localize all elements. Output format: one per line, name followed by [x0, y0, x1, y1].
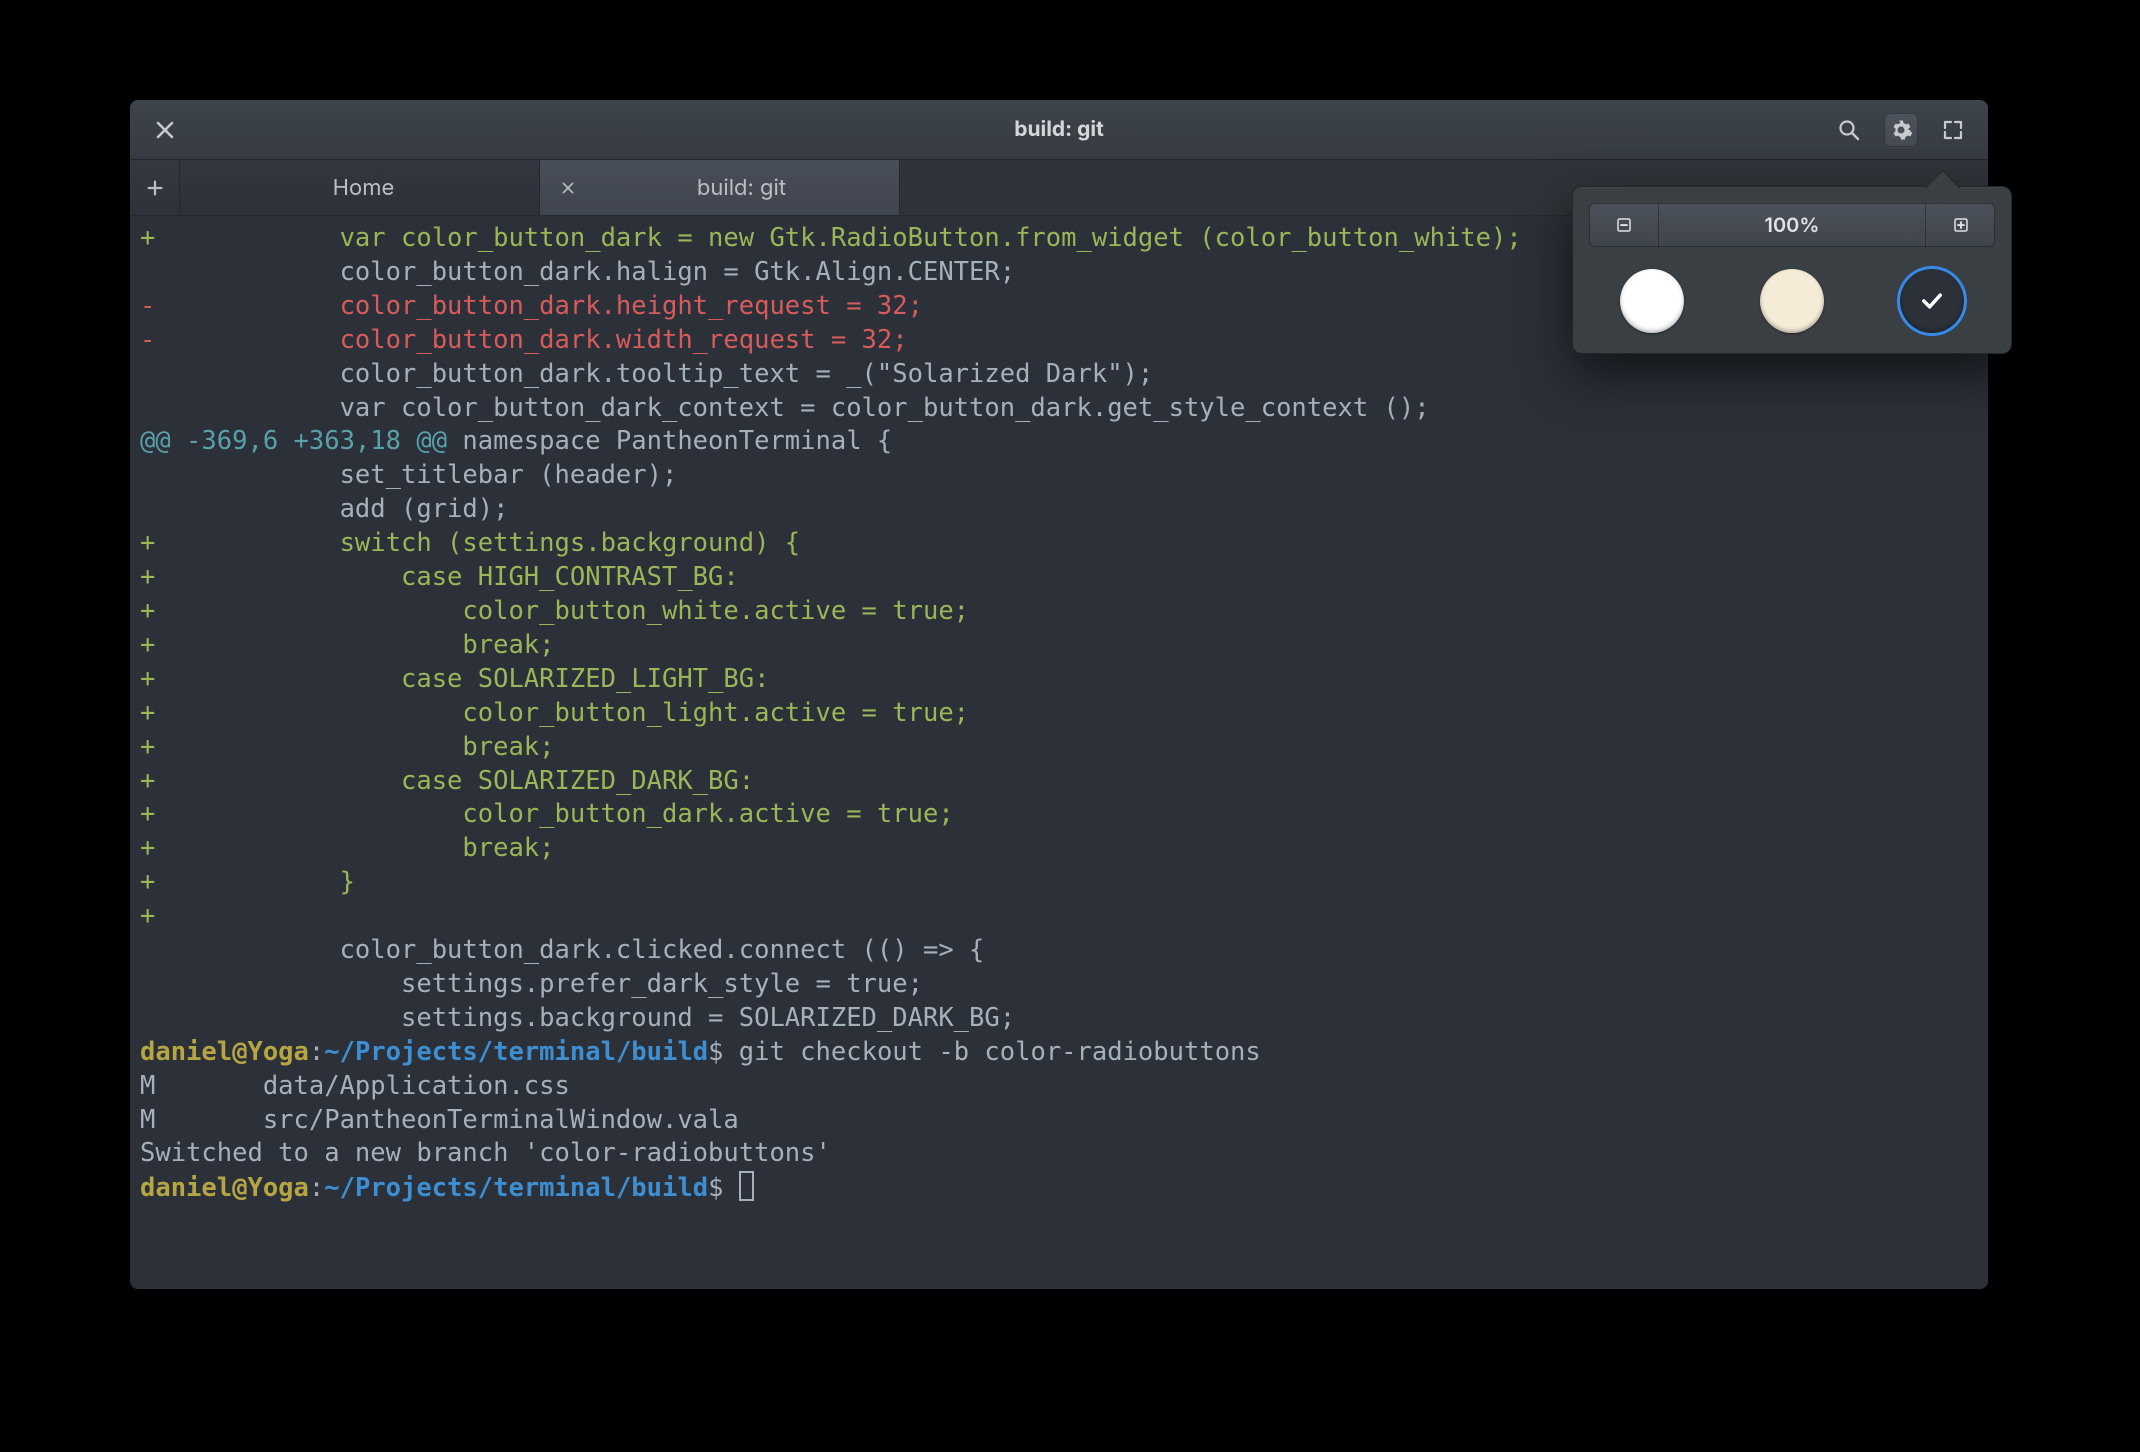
terminal-output[interactable]: + var color_button_dark = new Gtk.RadioB…	[130, 216, 1988, 1289]
zoom-out-button[interactable]	[1589, 203, 1659, 247]
diff-hunk-header: @@ -369,6 +363,18 @@ namespace PantheonT…	[140, 425, 1978, 459]
diff-line: + color_button_dark.active = true;	[140, 798, 1978, 832]
diff-line: + case HIGH_CONTRAST_BG:	[140, 561, 1978, 595]
tab-home[interactable]: Home	[180, 160, 540, 215]
check-icon	[1918, 287, 1946, 315]
theme-swatch-solarized-dark[interactable]	[1900, 269, 1964, 333]
output-line: M src/PantheonTerminalWindow.vala	[140, 1104, 1978, 1138]
output-line: Switched to a new branch 'color-radiobut…	[140, 1137, 1978, 1171]
search-button[interactable]	[1832, 113, 1866, 147]
zoom-in-button[interactable]	[1925, 203, 1995, 247]
close-icon	[560, 180, 576, 196]
diff-line: + break;	[140, 731, 1978, 765]
theme-selector	[1589, 269, 1995, 337]
settings-popover: 100%	[1572, 186, 2012, 354]
diff-line: + color_button_light.active = true;	[140, 697, 1978, 731]
tab-close-button[interactable]	[554, 174, 582, 202]
window-close-button[interactable]	[148, 113, 182, 147]
prompt-line: daniel@Yoga:~/Projects/terminal/build$	[140, 1171, 1978, 1206]
diff-line: set_titlebar (header);	[140, 459, 1978, 493]
headerbar: build: git	[130, 100, 1988, 160]
headerbar-left	[130, 113, 200, 147]
tab-build-git[interactable]: build: git	[540, 160, 900, 215]
maximize-button[interactable]	[1936, 113, 1970, 147]
tab-label: build: git	[590, 175, 893, 201]
diff-line: color_button_dark.tooltip_text = _("Sola…	[140, 358, 1978, 392]
diff-line: + }	[140, 866, 1978, 900]
zoom-out-icon	[1615, 216, 1633, 234]
diff-line: + case SOLARIZED_DARK_BG:	[140, 765, 1978, 799]
diff-line: settings.prefer_dark_style = true;	[140, 968, 1978, 1002]
diff-line: + switch (settings.background) {	[140, 527, 1978, 561]
theme-swatch-high-contrast[interactable]	[1620, 269, 1684, 333]
cursor	[739, 1171, 754, 1201]
output-line: M data/Application.css	[140, 1070, 1978, 1104]
diff-line: +	[140, 900, 1978, 934]
close-icon	[153, 118, 177, 142]
diff-line: + break;	[140, 629, 1978, 663]
theme-swatch-solarized-light[interactable]	[1760, 269, 1824, 333]
zoom-in-icon	[1952, 216, 1970, 234]
diff-line: add (grid);	[140, 493, 1978, 527]
headerbar-right	[1814, 113, 1988, 147]
zoom-level-label[interactable]: 100%	[1659, 203, 1925, 247]
diff-line: settings.background = SOLARIZED_DARK_BG;	[140, 1002, 1978, 1036]
gear-icon	[1889, 118, 1913, 142]
diff-line: var color_button_dark_context = color_bu…	[140, 392, 1978, 426]
search-icon	[1837, 118, 1861, 142]
zoom-control: 100%	[1589, 203, 1995, 247]
window-title: build: git	[130, 117, 1988, 142]
plus-icon	[144, 177, 166, 199]
tab-label: Home	[230, 175, 533, 201]
diff-line: + break;	[140, 832, 1978, 866]
maximize-icon	[1941, 118, 1965, 142]
close-icon	[200, 180, 216, 196]
prompt-line: daniel@Yoga:~/Projects/terminal/build$ g…	[140, 1036, 1978, 1070]
new-tab-button[interactable]	[130, 160, 180, 215]
diff-line: + color_button_white.active = true;	[140, 595, 1978, 629]
diff-line: + case SOLARIZED_LIGHT_BG:	[140, 663, 1978, 697]
diff-line: color_button_dark.clicked.connect (() =>…	[140, 934, 1978, 968]
settings-button[interactable]	[1884, 113, 1918, 147]
